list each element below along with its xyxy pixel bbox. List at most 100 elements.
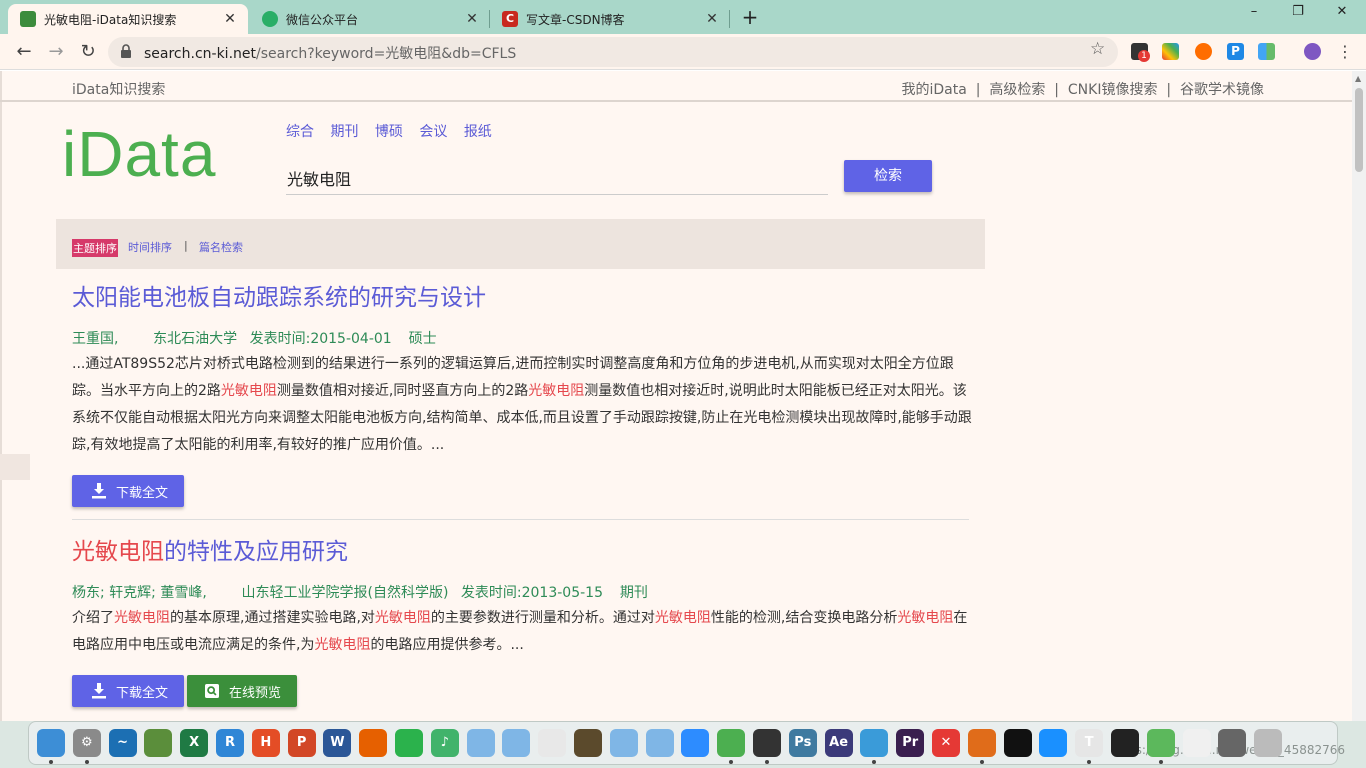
activity-monitor-icon[interactable]: ~ [108,729,137,757]
chrome-icon[interactable] [717,729,746,757]
keyword-highlight: 光敏电阻 [897,610,954,626]
qq-icon[interactable] [860,729,889,757]
new-tab-button[interactable]: + [738,6,762,30]
typora-icon[interactable]: T [1075,729,1104,757]
side-handle[interactable] [0,454,30,480]
extension-badge-icon[interactable]: 1 [1131,43,1150,62]
tab-idata[interactable]: 光敏电阻-iData知识搜索 ✕ [8,4,248,34]
excel-icon[interactable]: X [180,729,209,757]
folder-icon[interactable] [466,729,495,757]
result-date-label: 发表时间: [249,331,311,347]
page-scrollbar[interactable]: ▲ [1352,71,1366,721]
nav-cnki-mirror[interactable]: CNKI镜像搜索 [1068,82,1158,98]
result-authors[interactable]: 王重国, [72,331,118,347]
running-indicator [1087,760,1092,764]
document-app-icon[interactable] [1182,729,1211,757]
close-icon[interactable]: ✕ [704,11,720,27]
matlab-icon[interactable] [967,729,996,757]
search-input[interactable] [286,161,828,195]
scroll-up-icon[interactable]: ▲ [1355,74,1361,83]
abstract-text: 性能的检测,结合变换电路分析 [710,610,898,626]
bookmark-star-icon[interactable]: ☆ [1090,39,1105,59]
record-app-icon[interactable] [1003,729,1032,757]
word-icon[interactable]: W [323,729,352,757]
preview-button[interactable]: 在线预览 [187,675,298,707]
photoshop-icon[interactable]: Ps [788,729,817,757]
r-app-icon[interactable]: R [216,729,244,757]
minimize-button[interactable]: – [1234,4,1274,26]
sprout-app-icon[interactable] [395,729,423,757]
zoom-icon[interactable] [681,729,710,757]
extension-grid-icon[interactable] [1258,43,1275,60]
result-date: 2013-05-15 [521,585,603,601]
dingtalk-icon[interactable] [1039,729,1068,757]
result-authors[interactable]: 杨东; 轩克辉; 董雪峰, [72,585,207,601]
calculator-icon[interactable] [1218,729,1247,757]
music-app-icon[interactable]: ♪ [430,729,459,757]
nav-my-idata[interactable]: 我的iData [902,82,967,98]
result-type: 期刊 [619,585,648,601]
extension-p-icon[interactable]: P [1227,43,1244,60]
sort-by-topic[interactable]: 主题排序 [72,239,118,257]
forward-icon[interactable]: → [44,40,68,64]
tab-csdn[interactable]: C 写文章-CSDN博客 ✕ [490,4,730,34]
wechat-icon[interactable] [753,729,781,757]
after-effects-icon[interactable]: Ae [824,729,853,757]
result-item: 光敏电阻的特性及应用研究 杨东; 轩克辉; 董雪峰, 山东轻工业学院学报(自然科… [72,532,972,707]
search-button[interactable]: 检索 [844,160,932,192]
idata-logo[interactable]: iData [62,117,216,191]
extension-infinity-icon[interactable] [1195,43,1212,60]
download-button[interactable]: 下载全文 [72,475,185,507]
extension-colorful-icon[interactable] [1162,43,1179,60]
result-institution[interactable]: 山东轻工业学院学报(自然科学版) [242,585,449,601]
tab-category-newspaper[interactable]: 报纸 [464,124,492,140]
powerpoint-icon[interactable]: P [287,729,316,757]
result-institution[interactable]: 东北石油大学 [153,331,237,347]
bubbles-app-icon[interactable] [1146,729,1175,757]
tab-category-all[interactable]: 综合 [286,124,314,140]
tab-wechat[interactable]: 微信公众平台 ✕ [250,4,490,34]
scroll-thumb[interactable] [1355,88,1363,172]
finder-icon[interactable] [37,729,65,757]
window-close-button[interactable]: ✕ [1322,4,1362,26]
result-title[interactable]: 太阳能电池板自动跟踪系统的研究与设计 [72,278,972,312]
display-app-icon[interactable] [1111,729,1139,757]
browser-menu-icon[interactable]: ⋮ [1337,42,1353,61]
close-icon[interactable]: ✕ [464,11,480,27]
keyword-highlight: 光敏电阻 [374,610,431,626]
tab-category-thesis[interactable]: 博硕 [375,124,403,140]
folder-4-icon[interactable] [645,729,674,757]
download-button[interactable]: 下载全文 [72,675,185,707]
tab-category-conference[interactable]: 会议 [419,124,447,140]
title-highlight: 光敏电阻 [72,539,164,565]
firefox-icon[interactable] [359,729,388,757]
back-icon[interactable]: ← [12,40,36,64]
result-date: 2015-04-01 [310,331,392,347]
folder-3-icon[interactable] [609,729,638,757]
nav-advanced-search[interactable]: 高级检索 [989,82,1045,98]
tab-category-journal[interactable]: 期刊 [330,124,358,140]
reload-icon[interactable]: ↻ [76,40,100,64]
photos-icon[interactable] [144,729,173,757]
terminal-app-icon[interactable] [538,729,567,757]
xmind-icon[interactable]: ✕ [932,729,960,757]
folder-2-icon[interactable] [502,729,531,757]
profile-avatar[interactable] [1304,43,1321,60]
premiere-icon[interactable]: Pr [896,729,925,757]
nav-google-scholar-mirror[interactable]: 谷歌学术镜像 [1180,82,1264,98]
site-brand[interactable]: iData知识搜索 [72,79,165,99]
settings-icon[interactable]: ⚙ [72,729,101,757]
abstract-text: 的基本原理,通过搭建实验电路,对 [170,610,375,626]
sort-by-time[interactable]: 时间排序 [128,239,172,255]
abstract-text: 介绍了 [72,610,114,626]
restore-button[interactable]: ❐ [1278,4,1318,26]
media-app-icon[interactable] [574,729,602,757]
result-title[interactable]: 光敏电阻的特性及应用研究 [72,532,972,566]
close-icon[interactable]: ✕ [222,11,238,27]
trash-icon[interactable] [1254,729,1283,757]
sort-separator: | [184,239,188,252]
lock-icon [121,44,131,58]
address-bar[interactable]: search.cn-ki.net/search?keyword=光敏电阻&db=… [108,37,1118,67]
sort-by-title[interactable]: 篇名检索 [199,239,243,255]
h-app-icon[interactable]: H [251,729,280,757]
